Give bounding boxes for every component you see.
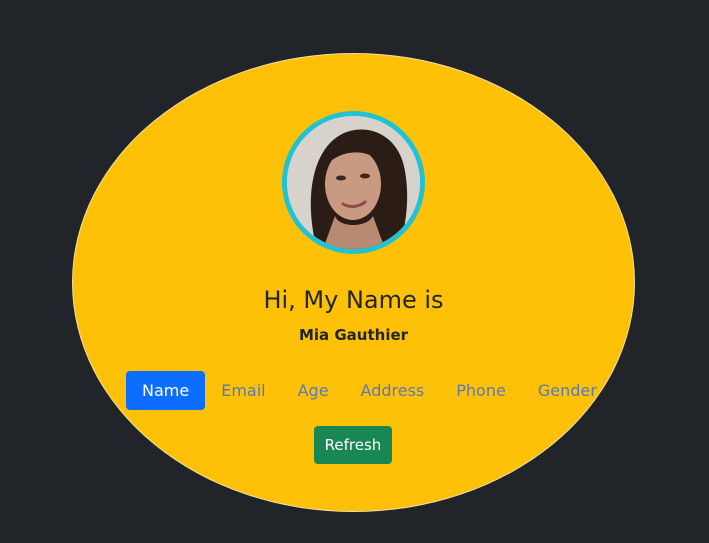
profile-card: Hi, My Name is Mia Gauthier Name Email A…: [72, 53, 635, 512]
info-tabs: Name Email Age Address Phone Gender: [126, 371, 613, 410]
tab-gender[interactable]: Gender: [522, 371, 613, 410]
profile-value: Mia Gauthier: [298, 326, 409, 344]
avatar: [287, 116, 420, 249]
user-photo-icon: [287, 116, 420, 249]
tab-phone[interactable]: Phone: [440, 371, 522, 410]
tab-email[interactable]: Email: [205, 371, 281, 410]
avatar-ring: [282, 111, 425, 254]
refresh-button[interactable]: Refresh: [314, 426, 392, 464]
tab-age[interactable]: Age: [282, 371, 345, 410]
greeting-title: Hi, My Name is: [263, 286, 444, 314]
tab-address[interactable]: Address: [345, 371, 441, 410]
tab-name[interactable]: Name: [126, 371, 206, 410]
